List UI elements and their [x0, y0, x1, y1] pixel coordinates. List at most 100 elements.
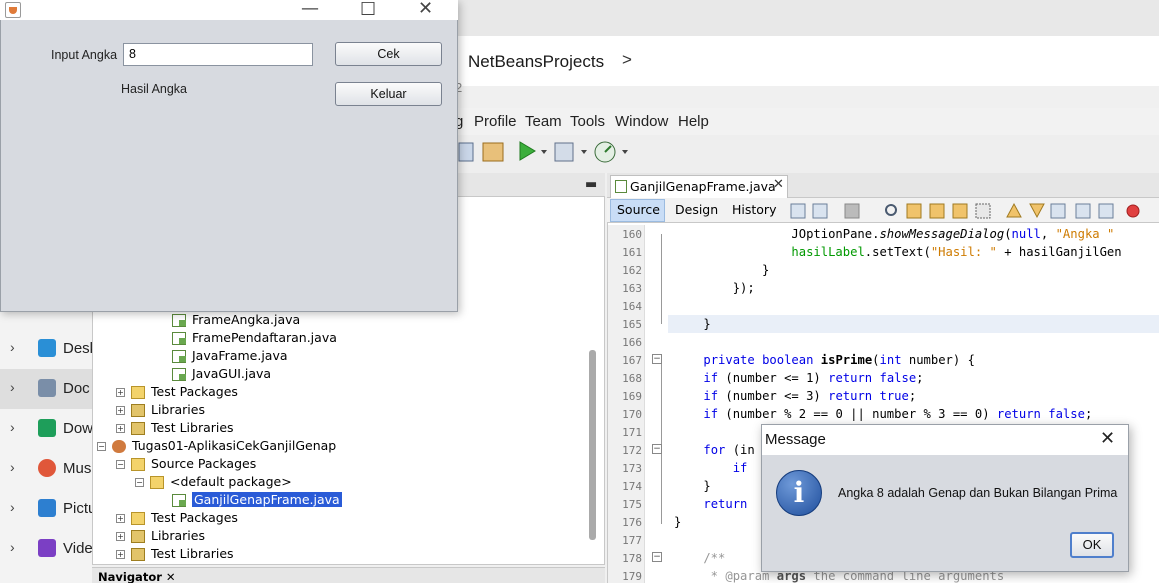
- java-file-icon: [172, 350, 186, 363]
- tree-item-file[interactable]: FrameAngka.java: [172, 312, 300, 330]
- build-icon[interactable]: [482, 142, 504, 162]
- breadcrumb-chevron-icon[interactable]: >: [622, 50, 632, 70]
- navigator-tab[interactable]: Navigator ✕: [98, 570, 176, 583]
- expand-icon[interactable]: +: [116, 514, 125, 523]
- start-macro-icon[interactable]: [1126, 204, 1140, 218]
- tree-item-folder[interactable]: + Libraries: [116, 402, 205, 420]
- code-line-176: }: [674, 515, 682, 529]
- tree-item-folder[interactable]: + Test Libraries: [116, 420, 234, 438]
- chevron-right-icon[interactable]: ›: [10, 379, 15, 395]
- fold-guide: [661, 234, 662, 324]
- music-icon: [38, 459, 56, 477]
- back-icon[interactable]: [790, 203, 806, 219]
- find-previous-icon[interactable]: [906, 203, 922, 219]
- close-icon[interactable]: ✕: [166, 570, 176, 583]
- debug-icon[interactable]: [554, 142, 574, 162]
- tree-item-package[interactable]: − <default package>: [135, 474, 292, 492]
- expand-icon[interactable]: +: [116, 406, 125, 415]
- tree-item-folder[interactable]: + Libraries: [116, 528, 205, 546]
- toggle-bookmark-icon[interactable]: [1050, 203, 1066, 219]
- expand-icon[interactable]: +: [116, 424, 125, 433]
- chevron-right-icon[interactable]: ›: [10, 499, 15, 515]
- chevron-right-icon[interactable]: ›: [10, 339, 15, 355]
- chevron-right-icon[interactable]: ›: [10, 419, 15, 435]
- expand-icon[interactable]: +: [116, 388, 125, 397]
- shift-right-icon[interactable]: [1098, 203, 1114, 219]
- tree-item-folder[interactable]: + Test Libraries: [116, 546, 234, 564]
- fold-toggle-icon[interactable]: −: [652, 552, 662, 562]
- rectangular-select-icon[interactable]: [975, 203, 991, 219]
- tree-item-file[interactable]: JavaGUI.java: [172, 366, 271, 384]
- dropdown-arrow-icon[interactable]: [622, 150, 628, 154]
- menu-profile[interactable]: Profile: [474, 113, 517, 130]
- minimize-icon[interactable]: —: [301, 0, 319, 19]
- sidebar-item-desktop[interactable]: › Desk: [0, 329, 92, 369]
- pictures-icon: [38, 499, 56, 517]
- next-bookmark-icon[interactable]: [1029, 203, 1045, 219]
- tree-item-file[interactable]: JavaFrame.java: [172, 348, 288, 366]
- sidebar-item-music[interactable]: › Mus: [0, 449, 92, 489]
- fold-toggle-icon[interactable]: −: [652, 444, 662, 454]
- sidebar-item-label: Vide: [63, 540, 92, 557]
- java-file-icon: [172, 314, 186, 327]
- close-icon[interactable]: ✕: [418, 0, 433, 19]
- tree-item-file[interactable]: FramePendaftaran.java: [172, 330, 337, 348]
- previous-bookmark-icon[interactable]: [1006, 202, 1022, 218]
- sidebar-item-pictures[interactable]: › Pictu: [0, 489, 92, 529]
- find-next-icon[interactable]: [929, 203, 945, 219]
- chevron-right-icon[interactable]: ›: [10, 539, 15, 555]
- menu-tools[interactable]: Tools: [570, 113, 605, 130]
- tree-item-project[interactable]: − Tugas01-AplikasiCekGanjilGenap: [97, 438, 336, 456]
- sidebar-item-documents[interactable]: › Doc: [0, 369, 92, 409]
- subtab-design[interactable]: Design: [675, 202, 718, 217]
- expand-icon[interactable]: +: [116, 532, 125, 541]
- close-icon[interactable]: ✕: [773, 177, 784, 192]
- menu-window[interactable]: Window: [615, 113, 668, 130]
- collapse-icon[interactable]: −: [97, 442, 106, 451]
- code-line-169: if (number <= 3) return true;: [703, 389, 917, 403]
- toggle-highlight-icon[interactable]: [952, 203, 968, 219]
- app-titlebar[interactable]: [0, 0, 458, 20]
- cek-button[interactable]: Cek: [335, 42, 442, 66]
- navigator-label: Navigator: [98, 570, 162, 583]
- last-edit-icon[interactable]: [844, 203, 860, 219]
- dropdown-arrow-icon[interactable]: [581, 150, 587, 154]
- profile-icon[interactable]: [594, 141, 616, 163]
- dropdown-arrow-icon[interactable]: [541, 150, 547, 154]
- minimize-panel-icon[interactable]: ▬: [585, 177, 597, 192]
- shift-left-icon[interactable]: [1075, 203, 1091, 219]
- sidebar-item-downloads[interactable]: › Dow: [0, 409, 92, 449]
- forward-icon[interactable]: [812, 203, 828, 219]
- input-angka-field[interactable]: 8: [123, 43, 313, 66]
- tree-item-file-selected[interactable]: GanjilGenapFrame.java: [172, 492, 342, 510]
- input-angka-label: Input Angka: [51, 48, 118, 62]
- code-line-163: });: [674, 281, 755, 295]
- run-icon[interactable]: [519, 141, 536, 161]
- projects-scrollbar[interactable]: [589, 350, 596, 540]
- close-icon[interactable]: ✕: [1100, 428, 1115, 449]
- clean-build-icon[interactable]: [458, 142, 474, 162]
- tree-item-folder[interactable]: + Test Packages: [116, 510, 238, 528]
- code-line-160: JOptionPane.showMessageDialog(null, "Ang…: [674, 227, 1115, 241]
- breadcrumb-netbeansprojects[interactable]: NetBeansProjects: [468, 52, 604, 72]
- maximize-icon[interactable]: ☐: [360, 0, 376, 20]
- menu-help[interactable]: Help: [678, 113, 709, 130]
- keluar-button[interactable]: Keluar: [335, 82, 442, 106]
- collapse-icon[interactable]: −: [116, 460, 125, 469]
- line-number: 177: [622, 534, 642, 547]
- chevron-right-icon[interactable]: ›: [10, 459, 15, 475]
- java-app-icon: [5, 2, 21, 18]
- sidebar-item-videos[interactable]: › Vide: [0, 529, 92, 569]
- subtab-history[interactable]: History: [732, 202, 776, 217]
- expand-icon[interactable]: +: [116, 550, 125, 559]
- tree-item-folder[interactable]: − Source Packages: [116, 456, 256, 474]
- tree-item-label: Test Libraries: [151, 420, 234, 435]
- editor-tab-label: GanjilGenapFrame.java: [630, 179, 776, 194]
- find-icon[interactable]: [885, 204, 897, 216]
- menu-team[interactable]: Team: [525, 113, 562, 130]
- subtab-source[interactable]: Source: [617, 202, 660, 217]
- ok-button[interactable]: OK: [1070, 532, 1114, 558]
- tree-item-folder[interactable]: + Test Packages: [116, 384, 238, 402]
- fold-toggle-icon[interactable]: −: [652, 354, 662, 364]
- collapse-icon[interactable]: −: [135, 478, 144, 487]
